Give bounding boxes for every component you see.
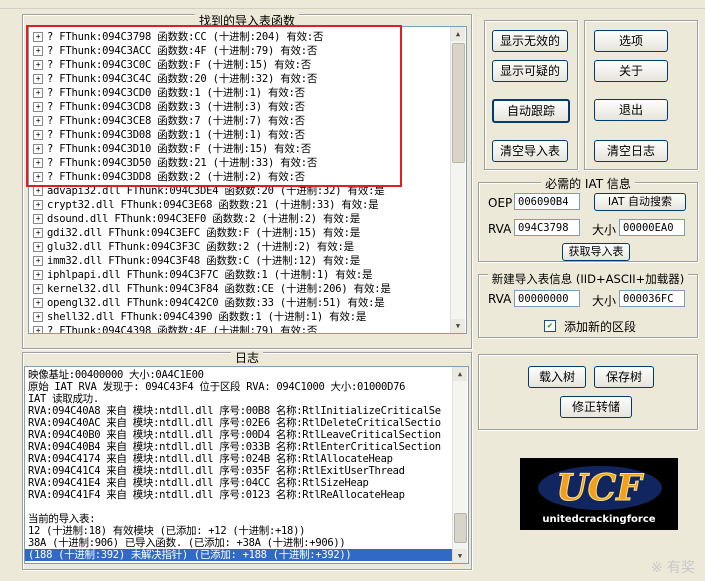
- import-row-text: shell32.dll FThunk:094C4390 函数数:1 (十进制:1…: [47, 311, 367, 323]
- import-tree-row[interactable]: + crypt32.dll FThunk:094C3E68 函数数:21 (十进制…: [33, 198, 379, 212]
- import-tree-row[interactable]: + dsound.dll FThunk:094C3EF0 函数数:2 (十进制:2…: [33, 212, 360, 226]
- title-strip: [0, 0, 705, 9]
- log-line: RVA:094C40AC 来自 模块:ntdll.dll 序号:02E6 名称:…: [28, 417, 441, 429]
- new-rva-field[interactable]: 00000000: [514, 290, 580, 307]
- clear-log-button[interactable]: 清空日志: [594, 140, 668, 162]
- iat-info-title: 必需的 IAT 信息: [541, 177, 635, 191]
- log-title: 日志: [230, 351, 263, 365]
- new-iat-title: 新建导入表信息 (IID+ASCII+加载器): [487, 272, 689, 286]
- oep-field[interactable]: 006090B4: [514, 193, 580, 210]
- import-tree-row[interactable]: + opengl32.dll FThunk:094C42C0 函数数:33 (十进…: [33, 296, 385, 310]
- expand-plus-icon[interactable]: +: [33, 312, 43, 322]
- svg-text:UCF: UCF: [556, 467, 644, 509]
- log-line: RVA:094C40B0 来自 模块:ntdll.dll 序号:00D4 名称:…: [28, 429, 441, 441]
- log-scroll-up-arrow-icon[interactable]: ▲: [453, 367, 467, 381]
- auto-trace-button[interactable]: 自动跟踪: [492, 99, 570, 123]
- log-line: 12 (十进制:18) 有效模块 (已添加: +12 (十进制:+18)): [28, 525, 306, 537]
- import-tree-row[interactable]: + ? FThunk:094C4398 函数数:4F (十进制:79) 有效:否: [33, 324, 318, 334]
- expand-plus-icon[interactable]: +: [33, 326, 43, 333]
- iat-autosearch-button[interactable]: IAT 自动搜索: [594, 193, 686, 211]
- log-line: RVA:094C40B4 来自 模块:ntdll.dll 序号:033B 名称:…: [28, 441, 441, 453]
- new-size-field[interactable]: 000036FC: [619, 290, 685, 307]
- expand-plus-icon[interactable]: +: [33, 200, 43, 210]
- expand-plus-icon[interactable]: +: [33, 270, 43, 280]
- show-invalid-button[interactable]: 显示无效的: [492, 30, 568, 52]
- log-line: RVA:094C40A8 来自 模块:ntdll.dll 序号:00B8 名称:…: [28, 405, 441, 417]
- save-tree-button[interactable]: 保存树: [594, 366, 654, 388]
- log-scroll-thumb[interactable]: [454, 513, 467, 543]
- expand-plus-icon[interactable]: +: [33, 242, 43, 252]
- expand-plus-icon[interactable]: +: [33, 186, 43, 196]
- scroll-down-arrow-icon[interactable]: ▼: [451, 319, 465, 333]
- log-list[interactable]: 映像基址:00400000 大小:0A4C1E00 原始 IAT RVA 发现于:…: [24, 366, 469, 564]
- log-scrollbar[interactable]: ▲ ▼: [452, 367, 467, 563]
- log-line: IAT 读取成功.: [28, 393, 99, 405]
- imports-scrollbar[interactable]: ▲ ▼: [450, 27, 465, 333]
- new-size-label: 大小: [592, 294, 617, 308]
- log-line: RVA:094C41C4 来自 模块:ntdll.dll 序号:035F 名称:…: [28, 465, 405, 477]
- log-line: 38A (十进制:906) 已导入函数. (已添加: +38A (十进制:+90…: [28, 537, 346, 549]
- log-line: RVA:094C41F4 来自 模块:ntdll.dll 序号:0123 名称:…: [28, 489, 405, 501]
- options-button[interactable]: 选项: [594, 30, 668, 52]
- log-line: 当前的导入表:: [28, 513, 96, 525]
- ucf-logo: UCF unitedcrackingforce: [520, 458, 678, 530]
- oep-label: OEP: [488, 196, 513, 210]
- rva-label: RVA: [488, 222, 512, 236]
- import-tree-row[interactable]: + glu32.dll FThunk:094C3F3C 函数数:2 (十进制:2)…: [33, 240, 354, 254]
- watermark: ※ 有奖: [650, 560, 695, 576]
- get-imports-button[interactable]: 获取导入表: [562, 243, 630, 261]
- import-tree-row[interactable]: + gdi32.dll FThunk:094C3EFC 函数数:F (十进制:15…: [33, 226, 360, 240]
- add-section-label: 添加新的区段: [564, 320, 637, 334]
- highlight-box: [26, 25, 402, 187]
- scroll-thumb[interactable]: [452, 43, 465, 163]
- import-row-text: imm32.dll FThunk:094C3F48 函数数:C (十进制:12)…: [47, 255, 361, 267]
- log-line: RVA:094C4174 来自 模块:ntdll.dll 序号:024B 名称:…: [28, 453, 393, 465]
- import-row-text: gdi32.dll FThunk:094C3EFC 函数数:F (十进制:15)…: [47, 227, 361, 239]
- clear-imports-button[interactable]: 清空导入表: [492, 140, 568, 162]
- size-label: 大小: [592, 223, 617, 237]
- log-line: 原始 IAT RVA 发现于: 094C43F4 位于区段 RVA: 094C1…: [28, 381, 406, 393]
- add-section-checkbox[interactable]: ✔: [544, 320, 556, 332]
- fix-dump-button[interactable]: 修正转储: [560, 396, 632, 418]
- expand-plus-icon[interactable]: +: [33, 284, 43, 294]
- log-line: (188 (十进制:392) 未解决指针) (已添加: +188 (十进制:+3…: [25, 549, 455, 561]
- importrec-window: 找到的导入表函数 +? FThunk:094C3798 函数数:CC (十进制:…: [0, 0, 705, 581]
- import-row-text: glu32.dll FThunk:094C3F3C 函数数:2 (十进制:2) …: [47, 241, 354, 253]
- log-line: RVA:094C41E4 来自 模块:ntdll.dll 序号:04CC 名称:…: [28, 477, 369, 489]
- rva-field[interactable]: 094C3798: [514, 219, 580, 236]
- scroll-up-arrow-icon[interactable]: ▲: [451, 27, 465, 41]
- expand-plus-icon[interactable]: +: [33, 298, 43, 308]
- import-tree-row[interactable]: + shell32.dll FThunk:094C4390 函数数:1 (十进制:…: [33, 310, 366, 324]
- ucf-logo-text: unitedcrackingforce: [542, 514, 656, 525]
- expand-plus-icon[interactable]: +: [33, 228, 43, 238]
- expand-plus-icon[interactable]: +: [33, 256, 43, 266]
- log-scroll-down-arrow-icon[interactable]: ▼: [453, 549, 467, 563]
- import-tree-row[interactable]: + kernel32.dll FThunk:094C3F84 函数数:CE (十进…: [33, 282, 391, 296]
- import-row-text: kernel32.dll FThunk:094C3F84 函数数:CE (十进制…: [47, 283, 391, 295]
- size-field[interactable]: 00000EA0: [619, 219, 685, 236]
- expand-plus-icon[interactable]: +: [33, 214, 43, 224]
- import-row-text: iphlpapi.dll FThunk:094C3F7C 函数数:1 (十进制:…: [47, 269, 373, 281]
- import-tree-row[interactable]: + imm32.dll FThunk:094C3F48 函数数:C (十进制:12…: [33, 254, 360, 268]
- about-button[interactable]: 关于: [594, 60, 668, 82]
- exit-button[interactable]: 退出: [594, 99, 668, 121]
- new-rva-label: RVA: [488, 292, 512, 306]
- import-row-text: ? FThunk:094C4398 函数数:4F (十进制:79) 有效:否: [47, 325, 318, 334]
- import-row-text: opengl32.dll FThunk:094C42C0 函数数:33 (十进制…: [47, 297, 385, 309]
- log-line: 映像基址:00400000 大小:0A4C1E00: [28, 369, 204, 381]
- import-row-text: crypt32.dll FThunk:094C3E68 函数数:21 (十进制:…: [47, 199, 379, 211]
- import-row-text: dsound.dll FThunk:094C3EF0 函数数:2 (十进制:2)…: [47, 213, 361, 225]
- import-tree-row[interactable]: + iphlpapi.dll FThunk:094C3F7C 函数数:1 (十进制…: [33, 268, 373, 282]
- show-suspect-button[interactable]: 显示可疑的: [492, 60, 568, 82]
- load-tree-button[interactable]: 载入树: [528, 366, 586, 388]
- tree-actions-group: [478, 354, 698, 430]
